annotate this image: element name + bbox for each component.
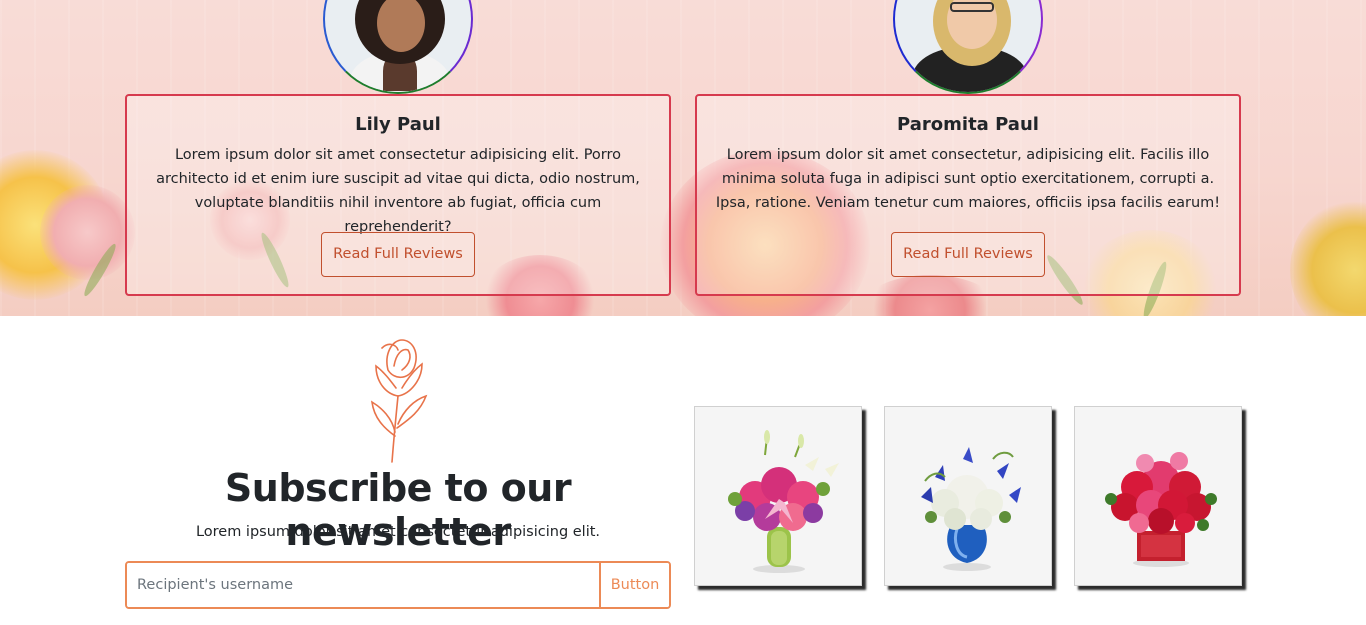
newsletter-title: Subscribe to our newsletter xyxy=(224,466,572,554)
background-flower xyxy=(40,185,135,280)
read-full-reviews-button[interactable]: Read Full Reviews xyxy=(321,232,475,277)
subscribe-form: Button xyxy=(125,561,671,609)
reviewer-avatar xyxy=(893,0,1043,94)
read-full-reviews-button[interactable]: Read Full Reviews xyxy=(891,232,1045,277)
red-rose-bouquet-image xyxy=(1105,452,1217,567)
blue-white-bouquet-image xyxy=(921,447,1021,571)
background-flower xyxy=(1290,200,1366,316)
username-input[interactable] xyxy=(127,563,599,607)
review-text: Lorem ipsum dolor sit amet consectetur a… xyxy=(156,147,640,235)
subscribe-button[interactable]: Button xyxy=(599,563,669,607)
product-card[interactable] xyxy=(1074,406,1242,586)
reviewer-name: Lily Paul xyxy=(355,114,441,135)
newsletter-subtitle: Lorem ipsum dolor sit amet consectetur a… xyxy=(195,524,601,540)
review-card: Lily Paul Lorem ipsum dolor sit amet con… xyxy=(125,94,671,296)
reviewer-avatar xyxy=(323,0,473,94)
product-card[interactable] xyxy=(884,406,1052,586)
product-card[interactable] xyxy=(694,406,862,586)
review-card: Paromita Paul Lorem ipsum dolor sit amet… xyxy=(695,94,1241,296)
review-text: Lorem ipsum dolor sit amet consectetur, … xyxy=(715,147,1221,211)
reviewer-name: Paromita Paul xyxy=(897,114,1039,135)
reviews-section: Lily Paul Lorem ipsum dolor sit amet con… xyxy=(0,0,1366,316)
flower-outline-icon xyxy=(371,339,428,463)
pink-lily-bouquet-image xyxy=(728,430,839,573)
